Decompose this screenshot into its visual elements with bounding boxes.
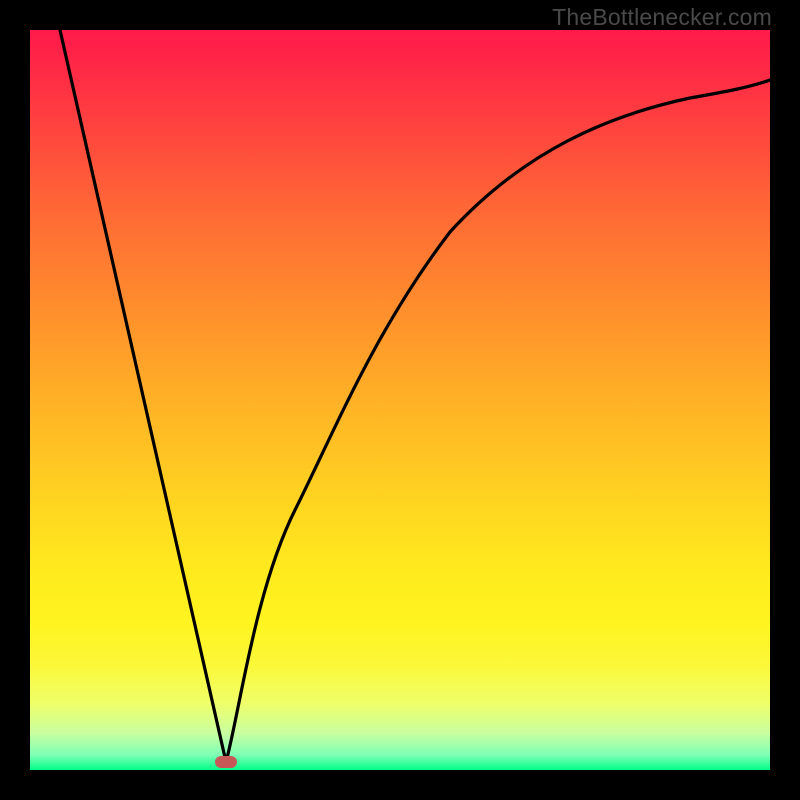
bottleneck-curve bbox=[30, 30, 770, 770]
watermark-text: TheBottleneсker.com bbox=[552, 4, 772, 31]
plot-area bbox=[30, 30, 770, 770]
optimal-point-marker bbox=[215, 756, 237, 768]
chart-frame: TheBottleneсker.com bbox=[0, 0, 800, 800]
curve-path bbox=[60, 30, 770, 762]
